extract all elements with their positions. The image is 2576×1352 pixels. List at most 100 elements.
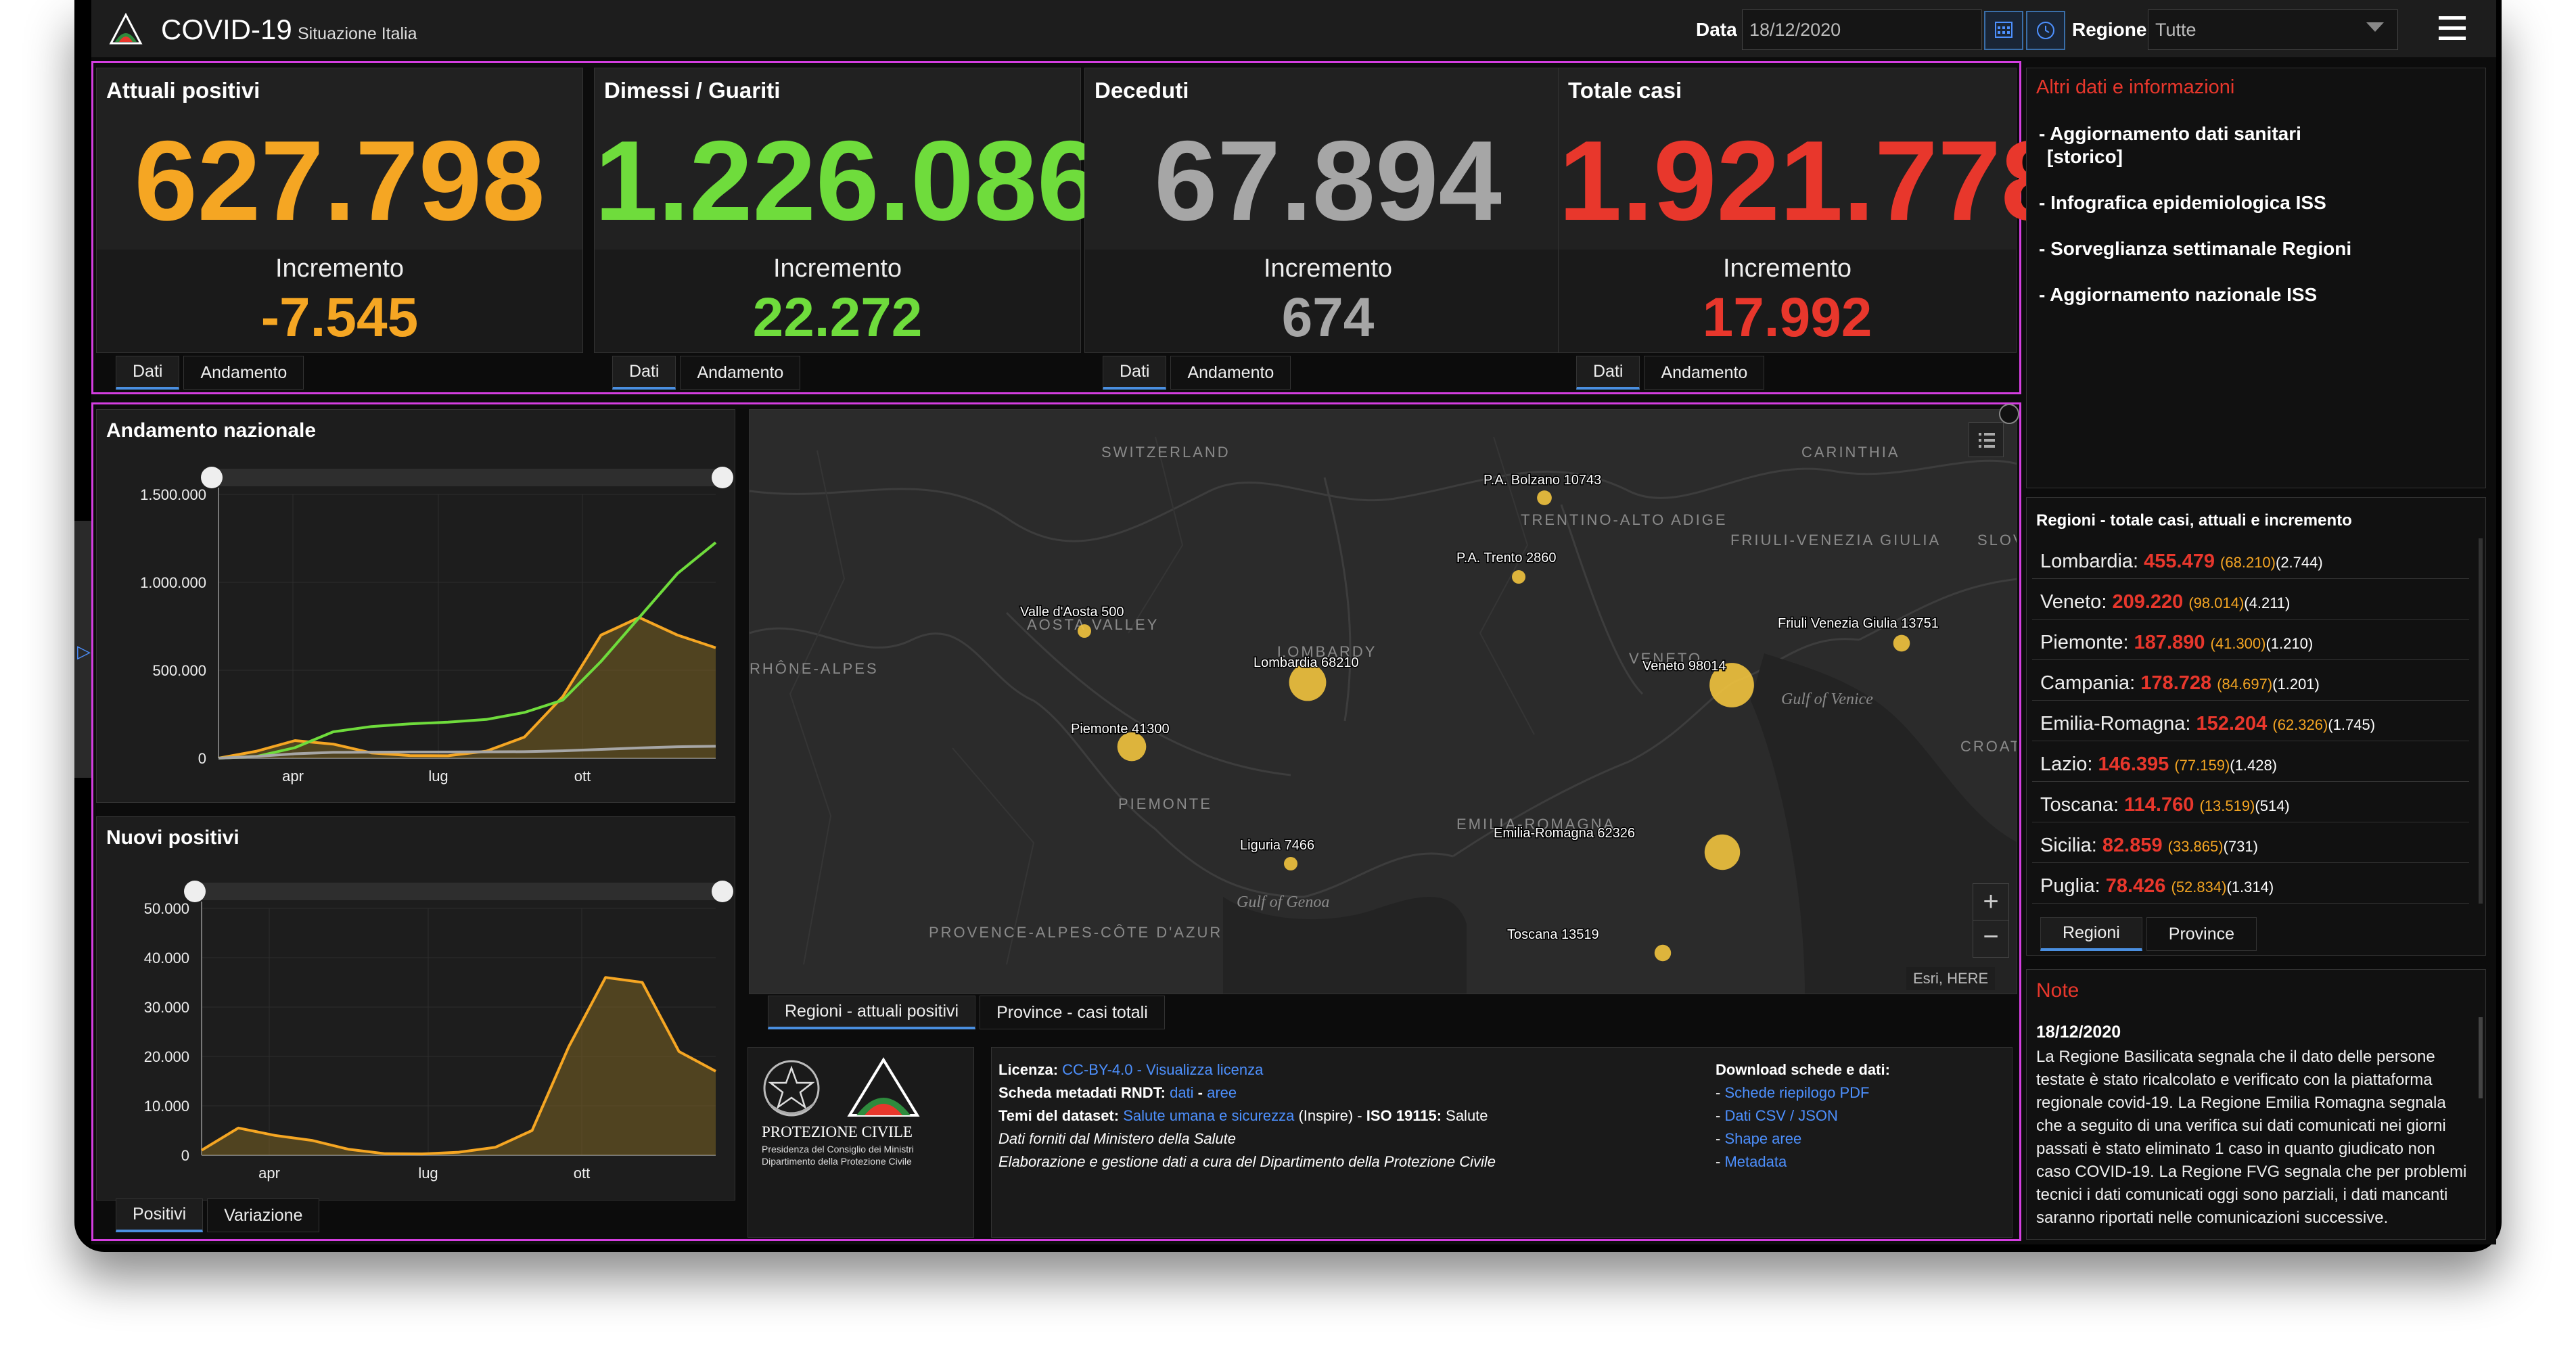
region-increment: (1.210): [2266, 635, 2314, 652]
link-dati-csv[interactable]: Dati CSV / JSON: [1724, 1107, 1837, 1124]
tab-province[interactable]: Province: [2146, 917, 2257, 951]
zoom-out-button[interactable]: −: [1973, 920, 2008, 957]
top-header: COVID-19 Situazione Italia Data 18/12/20…: [91, 0, 2496, 58]
link-aggiornamento-iss[interactable]: - Aggiornamento nazionale ISS: [2039, 283, 2317, 306]
y-tick-label: 1.000.000: [140, 574, 206, 591]
range-slider-handle-right[interactable]: [712, 881, 733, 902]
region-name: Campania:: [2040, 672, 2136, 694]
card-tabs-totale: Dati Andamento: [1576, 356, 1768, 390]
date-input[interactable]: 18/12/2020: [1742, 9, 1982, 50]
region-attuali: (41.300): [2210, 635, 2266, 652]
tab-andamento[interactable]: Andamento: [183, 356, 304, 390]
card-increment-label: Incremento: [275, 254, 405, 283]
italian-emblem-icon: [763, 1060, 820, 1117]
card-title: Dimessi / Guariti: [604, 78, 781, 103]
link-shape-aree[interactable]: Shape aree: [1724, 1130, 1801, 1147]
map-label-gulf-genoa: Gulf of Genoa: [1237, 893, 1329, 911]
range-slider-track[interactable]: [195, 883, 722, 900]
app-title: COVID-19: [161, 14, 292, 45]
tab-andamento[interactable]: Andamento: [680, 356, 801, 390]
calendar-button[interactable]: [1984, 11, 2023, 50]
license-source: Dati forniti dal Ministero della Salute: [998, 1130, 1236, 1147]
range-slider-handle-left[interactable]: [201, 467, 223, 488]
tab-andamento[interactable]: Andamento: [1170, 356, 1291, 390]
region-bubble[interactable]: [1284, 857, 1297, 870]
region-bubble[interactable]: [1117, 732, 1147, 762]
link-sorveglianza[interactable]: - Sorveglianza settimanale Regioni: [2039, 237, 2351, 260]
iso-value: Salute: [1442, 1107, 1488, 1124]
region-bubble[interactable]: [1893, 634, 1910, 652]
tab-positivi[interactable]: Positivi: [116, 1198, 204, 1232]
zoom-in-button[interactable]: +: [1973, 884, 2008, 920]
expand-icon[interactable]: [1999, 404, 2019, 424]
region-increment: (4.211): [2244, 595, 2291, 611]
y-tick-label: 50.000: [144, 900, 189, 917]
list-icon: [1979, 433, 1995, 448]
dashboard-screen: COVID-19 Situazione Italia Data 18/12/20…: [91, 0, 2496, 1244]
link-metadata[interactable]: Metadata: [1724, 1153, 1787, 1170]
region-bubble[interactable]: [1654, 944, 1672, 962]
region-row[interactable]: Campania: 178.728 (84.697)(1.201): [2032, 660, 2469, 701]
region-row[interactable]: Lazio: 146.395 (77.159)(1.428): [2032, 741, 2469, 782]
region-bubble[interactable]: [1537, 490, 1552, 505]
region-attuali: (68.210): [2220, 554, 2276, 571]
nuovi-positivi-panel: Nuovi positivi 50.000 40.000 30.000 20.000 1…: [96, 816, 735, 1201]
regions-scrollbar[interactable]: [2479, 538, 2483, 904]
region-row[interactable]: Sicilia: 82.859 (33.865)(731): [2032, 822, 2469, 863]
card-increment-value: 674: [1281, 287, 1375, 348]
map-label-friuli: FRIULI-VENEZIA GIULIA: [1730, 532, 1941, 549]
region-select[interactable]: Tutte: [2148, 9, 2398, 50]
link-aree[interactable]: aree: [1207, 1084, 1237, 1101]
chevron-down-icon: [2366, 22, 2384, 32]
region-row[interactable]: Puglia: 78.426 (52.834)(1.314): [2032, 863, 2469, 904]
side-collapse-tab[interactable]: ▷: [74, 521, 91, 778]
link-dati[interactable]: dati: [1170, 1084, 1193, 1101]
region-bubble[interactable]: [1704, 834, 1741, 870]
region-row[interactable]: Emilia-Romagna: 152.204 (62.326)(1.745): [2032, 701, 2469, 741]
card-title: Deceduti: [1095, 78, 1189, 103]
card-tabs-dimessi: Dati Andamento: [612, 356, 804, 390]
y-tick-label: 0: [198, 750, 206, 767]
map-panel[interactable]: SWITZERLAND CARINTHIA FRIULI-VENEZIA GIU…: [749, 409, 2017, 994]
tab-province-casi-totali[interactable]: Province - casi totali: [980, 996, 1165, 1029]
link-visualizza-licenza[interactable]: Visualizza licenza: [1146, 1061, 1263, 1078]
region-row[interactable]: Lombardia: 455.479 (68.210)(2.744): [2032, 538, 2469, 579]
tab-dati[interactable]: Dati: [1576, 356, 1640, 390]
link-salute-umana[interactable]: Salute umana e sicurezza: [1123, 1107, 1294, 1124]
bubble-label: Liguria 7466: [1240, 838, 1314, 853]
notes-scrollbar[interactable]: [2479, 1017, 2483, 1098]
notes-heading: Note: [2036, 979, 2079, 1002]
tab-dati[interactable]: Dati: [612, 356, 676, 390]
region-row[interactable]: Piemonte: 187.890 (41.300)(1.210): [2032, 620, 2469, 660]
range-slider-handle-left[interactable]: [184, 881, 206, 902]
tab-regioni[interactable]: Regioni: [2040, 917, 2142, 951]
legend-list-button[interactable]: [1969, 422, 2004, 457]
time-button[interactable]: [2026, 11, 2065, 50]
tab-andamento[interactable]: Andamento: [1644, 356, 1765, 390]
region-attuali: (98.014): [2188, 595, 2245, 611]
range-slider-handle-right[interactable]: [712, 467, 733, 488]
region-label: Regione: [2072, 19, 2147, 40]
tab-regioni-attuali-positivi[interactable]: Regioni - attuali positivi: [768, 996, 976, 1029]
map-label-croatia: CROATI: [1960, 738, 2017, 755]
region-row[interactable]: Toscana: 114.760 (13.519)(514): [2032, 782, 2469, 822]
date-label: Data: [1696, 19, 1737, 40]
map-label-trentino: TRENTINO-ALTO ADIGE: [1521, 511, 1728, 528]
region-bubble[interactable]: [1078, 624, 1091, 638]
link-infografica-iss[interactable]: - Infografica epidemiologica ISS: [2039, 191, 2326, 214]
nuovi-positivi-chart: 50.000 40.000 30.000 20.000 10.000 0 apr lug ott: [144, 881, 733, 1182]
tab-variazione[interactable]: Variazione: [207, 1198, 320, 1232]
link-aggiornamento-dati[interactable]: - Aggiornamento dati sanitari: [2039, 122, 2301, 145]
region-name: Sicilia:: [2040, 835, 2097, 856]
region-bubble[interactable]: [1512, 570, 1525, 584]
regions-panel: Regioni - totale casi, attuali e increme…: [2026, 497, 2486, 956]
tab-dati[interactable]: Dati: [116, 356, 180, 390]
link-cc-by[interactable]: CC-BY-4.0: [1062, 1061, 1132, 1078]
hamburger-menu-icon[interactable]: [2439, 16, 2466, 41]
range-slider-track[interactable]: [212, 469, 722, 486]
region-total: 187.890: [2134, 632, 2205, 653]
tab-dati[interactable]: Dati: [1103, 356, 1167, 390]
link-schede-pdf[interactable]: Schede riepilogo PDF: [1724, 1084, 1869, 1101]
link-storico[interactable]: [storico]: [2047, 145, 2123, 168]
region-row[interactable]: Veneto: 209.220 (98.014)(4.211): [2032, 579, 2469, 620]
